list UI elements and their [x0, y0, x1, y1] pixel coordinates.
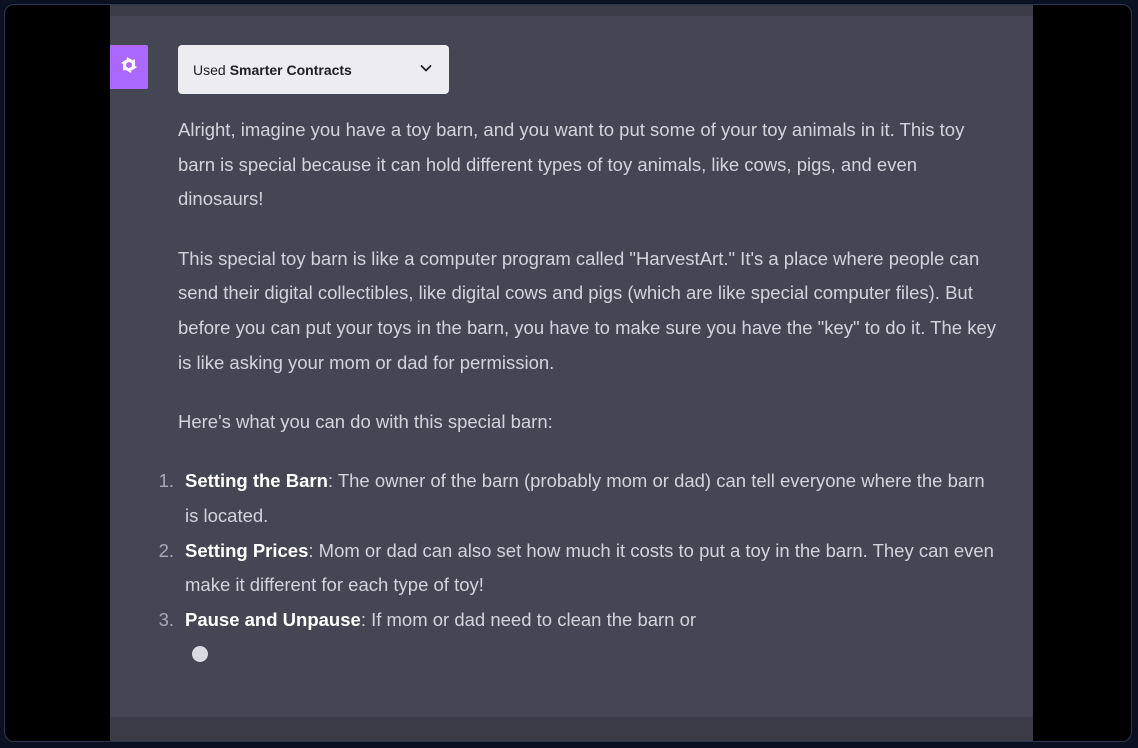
list-item-number: 2. — [158, 539, 174, 561]
plugin-used-prefix: Used — [193, 61, 226, 78]
next-message-edge — [110, 717, 1033, 741]
plugin-used-label: Used Smarter Contracts — [193, 62, 352, 78]
assistant-avatar — [110, 45, 148, 89]
message-paragraph: This special toy barn is like a computer… — [178, 247, 997, 373]
list-item-title: Setting the Barn — [185, 470, 328, 492]
list-item-number: 1. — [158, 470, 174, 492]
assistant-message-text: Alright, imagine you have a toy barn, an… — [159, 113, 998, 638]
list-item: 1. Setting the Barn: The owner of the bar… — [159, 464, 998, 533]
assistant-message-panel: Used Smarter Contracts Alright, imagine … — [110, 5, 1033, 741]
numbered-list: 1. Setting the Barn: The owner of the bar… — [159, 464, 998, 638]
window-frame: Used Smarter Contracts Alright, imagine … — [4, 4, 1132, 742]
message-paragraph: Alright, imagine you have a toy barn, an… — [178, 119, 965, 210]
typing-cursor-dot — [192, 646, 208, 662]
message-paragraph: Here's what you can do with this special… — [178, 410, 553, 432]
plugin-used-dropdown[interactable]: Used Smarter Contracts — [178, 45, 449, 94]
plugin-name: Smarter Contracts — [229, 61, 352, 78]
list-item-number: 3. — [158, 608, 174, 630]
previous-message-edge — [110, 5, 1033, 16]
list-item: 3. Pause and Unpause: If mom or dad need … — [159, 603, 998, 638]
chevron-down-icon — [419, 61, 433, 78]
openai-logo-icon — [117, 53, 141, 82]
list-item-title: Setting Prices — [185, 539, 309, 561]
list-item-title: Pause and Unpause — [185, 608, 361, 630]
list-item: 2. Setting Prices: Mom or dad can also se… — [159, 534, 998, 603]
list-item-text: : If mom or dad need to clean the barn o… — [360, 608, 697, 630]
